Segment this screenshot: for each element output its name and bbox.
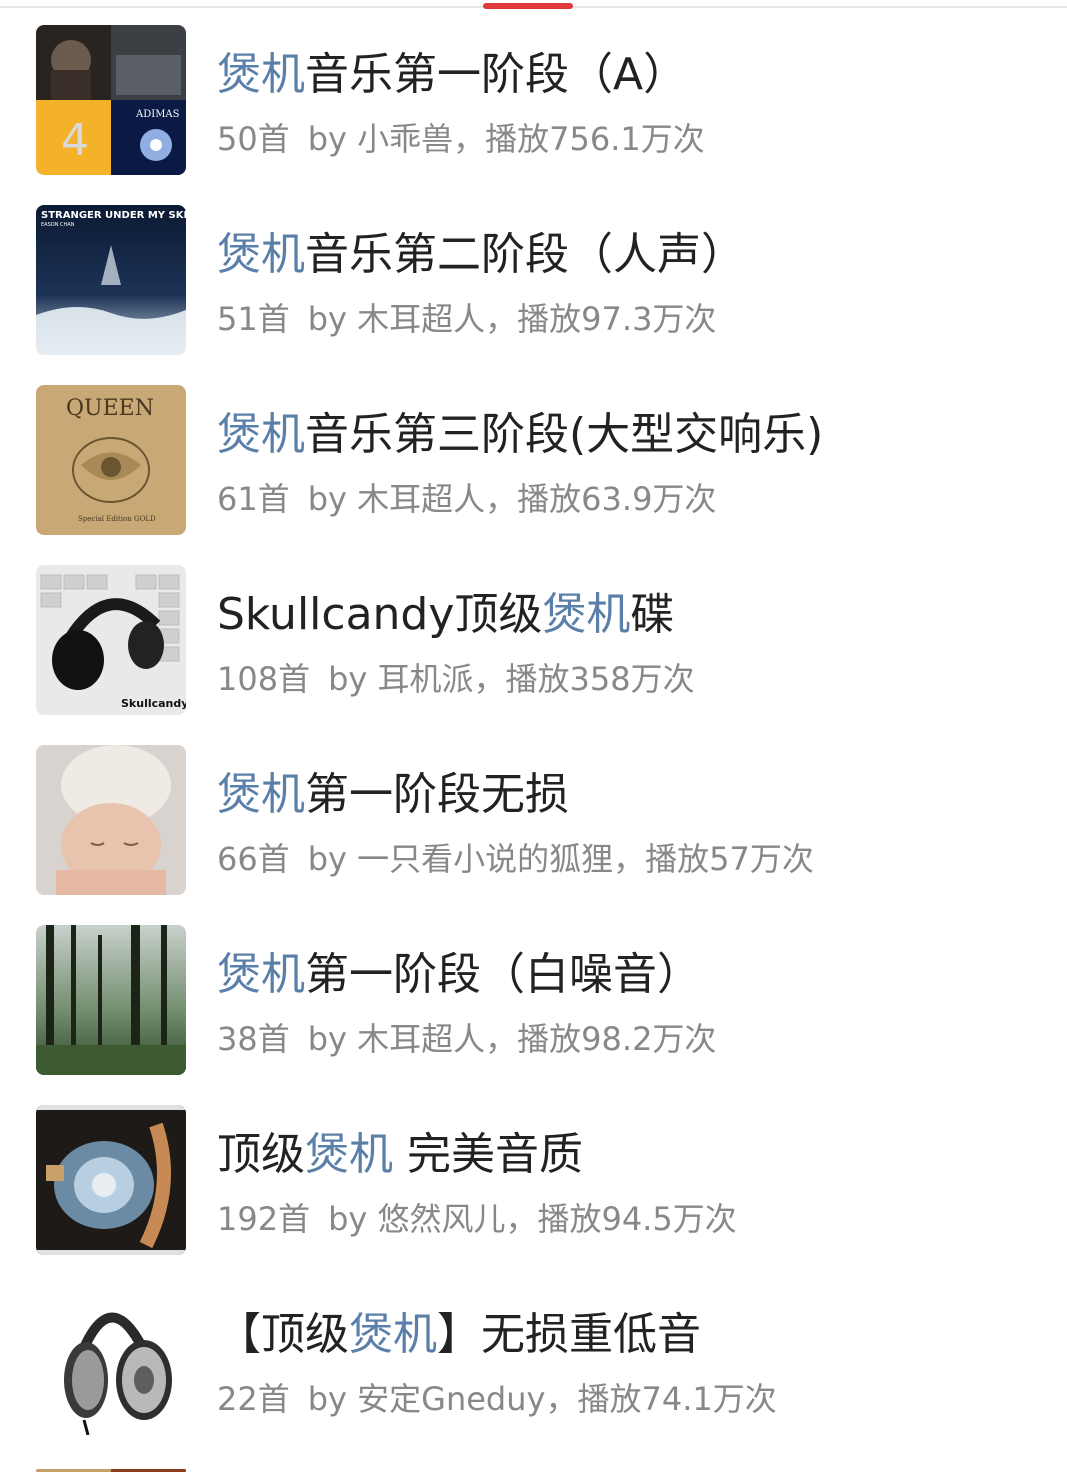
keyword-highlight: 煲机 bbox=[217, 409, 305, 460]
playlist-meta: 51首 by 木耳超人，播放97.3万次 bbox=[217, 297, 716, 341]
track-count: 38首 bbox=[217, 1020, 290, 1058]
keyword-highlight: 煲机 bbox=[305, 1129, 393, 1180]
by-label: by bbox=[328, 660, 368, 698]
track-count: 50首 bbox=[217, 120, 290, 158]
by-label: by bbox=[307, 840, 347, 878]
author-name: 耳机派 bbox=[377, 660, 474, 698]
by-label: by bbox=[307, 300, 347, 338]
keyword-highlight: 煲机 bbox=[217, 229, 305, 280]
playlist-row[interactable]: 煲机第一阶段（白噪音） 38首 by 木耳超人，播放98.2万次 bbox=[0, 925, 1067, 1105]
playlist-title: 煲机第一阶段无损 bbox=[217, 769, 569, 820]
next-playlist-cover-partial[interactable] bbox=[36, 1464, 186, 1472]
playlist-meta: 192首 by 悠然风儿，播放94.5万次 bbox=[217, 1197, 737, 1241]
playlist-title: 煲机音乐第一阶段（A） bbox=[217, 49, 688, 100]
svg-text:4: 4 bbox=[61, 115, 89, 166]
active-tab-indicator bbox=[483, 3, 573, 9]
play-count: ，播放756.1万次 bbox=[453, 120, 705, 158]
track-count: 61首 bbox=[217, 480, 290, 518]
play-count: ，播放97.3万次 bbox=[485, 300, 717, 338]
headphones-on-keyboard-cover-icon: Skullcandy bbox=[36, 565, 186, 715]
play-count: ，播放74.1万次 bbox=[545, 1380, 777, 1418]
by-label: by bbox=[307, 1380, 347, 1418]
svg-text:ADIMAS: ADIMAS bbox=[135, 109, 180, 120]
play-count: ，播放57万次 bbox=[613, 840, 814, 878]
playlist-meta: 66首 by 一只看小说的狐狸，播放57万次 bbox=[217, 837, 814, 881]
play-count: ，播放98.2万次 bbox=[485, 1020, 717, 1058]
keyword-highlight: 煲机 bbox=[217, 49, 305, 100]
playlist-search-results-page: 4 ADIMAS 煲机音乐第一阶段（A） 50首 by 小乖兽，播放756.1万次 bbox=[0, 0, 1067, 1472]
playlist-title: 【顶级煲机】无损重低音 bbox=[217, 1309, 701, 1360]
keyword-highlight: 煲机 bbox=[217, 769, 305, 820]
studio-headphones-cover-icon bbox=[36, 1285, 186, 1435]
author-name: 一只看小说的狐狸 bbox=[357, 840, 614, 878]
stranger-under-my-skin-cover-icon: STRANGER UNDER MY SKIN EASON CHAN bbox=[36, 205, 186, 355]
svg-text:STRANGER UNDER MY SKIN: STRANGER UNDER MY SKIN bbox=[41, 210, 186, 221]
keyword-highlight: 煲机 bbox=[217, 949, 305, 1000]
playlist-title: 煲机第一阶段（白噪音） bbox=[217, 949, 701, 1000]
play-count: ，播放94.5万次 bbox=[505, 1200, 737, 1238]
track-count: 22首 bbox=[217, 1380, 290, 1418]
author-name: 安定Gneduy bbox=[357, 1380, 546, 1418]
track-count: 51首 bbox=[217, 300, 290, 338]
queen-crest-cover-icon: QUEEN Special Edition GOLD bbox=[36, 385, 186, 535]
playlist-meta: 50首 by 小乖兽，播放756.1万次 bbox=[217, 117, 705, 161]
playlist-meta: 61首 by 木耳超人，播放63.9万次 bbox=[217, 477, 716, 521]
track-count: 192首 bbox=[217, 1200, 311, 1238]
author-name: 木耳超人 bbox=[357, 300, 486, 338]
by-label: by bbox=[328, 1200, 368, 1238]
author-name: 悠然风儿 bbox=[377, 1200, 506, 1238]
album-collage-cover-icon: 4 ADIMAS bbox=[36, 25, 186, 175]
by-label: by bbox=[307, 480, 347, 518]
playlist-row[interactable]: 顶级煲机 完美音质 192首 by 悠然风儿，播放94.5万次 bbox=[0, 1105, 1067, 1285]
forest-cover-icon bbox=[36, 925, 186, 1075]
by-label: by bbox=[307, 120, 347, 158]
headphone-speaker-closeup-cover-icon bbox=[36, 1105, 186, 1255]
svg-text:QUEEN: QUEEN bbox=[66, 396, 154, 421]
playlist-row[interactable]: 煲机第一阶段无损 66首 by 一只看小说的狐狸，播放57万次 bbox=[0, 745, 1067, 925]
author-name: 木耳超人 bbox=[357, 480, 486, 518]
playlist-title: 顶级煲机 完美音质 bbox=[217, 1129, 583, 1180]
play-count: ，播放63.9万次 bbox=[485, 480, 717, 518]
playlist-title: 煲机音乐第二阶段（人声） bbox=[217, 229, 745, 280]
author-name: 木耳超人 bbox=[357, 1020, 486, 1058]
track-count: 108首 bbox=[217, 660, 311, 698]
playlist-row[interactable]: STRANGER UNDER MY SKIN EASON CHAN 煲机音乐第二… bbox=[0, 205, 1067, 385]
svg-text:EASON CHAN: EASON CHAN bbox=[41, 222, 75, 228]
playlist-row[interactable]: Skullcandy Skullcandy顶级煲机碟 108首 by 耳机派，播放… bbox=[0, 565, 1067, 745]
playlist-row[interactable]: 4 ADIMAS 煲机音乐第一阶段（A） 50首 by 小乖兽，播放756.1万次 bbox=[0, 25, 1067, 205]
svg-text:Special Edition GOLD: Special Edition GOLD bbox=[78, 515, 156, 523]
keyword-highlight: 煲机 bbox=[349, 1309, 437, 1360]
playlist-meta: 38首 by 木耳超人，播放98.2万次 bbox=[217, 1017, 716, 1061]
author-name: 小乖兽 bbox=[357, 120, 454, 158]
sleeping-baby-cover-icon bbox=[36, 745, 186, 895]
play-count: ，播放358万次 bbox=[473, 660, 695, 698]
playlist-meta: 22首 by 安定Gneduy，播放74.1万次 bbox=[217, 1377, 777, 1421]
svg-text:Skullcandy: Skullcandy bbox=[121, 697, 186, 710]
by-label: by bbox=[307, 1020, 347, 1058]
playlist-title: 煲机音乐第三阶段(大型交响乐) bbox=[217, 409, 824, 460]
track-count: 66首 bbox=[217, 840, 290, 878]
playlist-meta: 108首 by 耳机派，播放358万次 bbox=[217, 657, 695, 701]
playlist-row[interactable]: QUEEN Special Edition GOLD 煲机音乐第三阶段(大型交响… bbox=[0, 385, 1067, 565]
playlist-title: Skullcandy顶级煲机碟 bbox=[217, 589, 675, 640]
playlist-row[interactable]: 【顶级煲机】无损重低音 22首 by 安定Gneduy，播放74.1万次 bbox=[0, 1285, 1067, 1465]
keyword-highlight: 煲机 bbox=[542, 589, 631, 640]
